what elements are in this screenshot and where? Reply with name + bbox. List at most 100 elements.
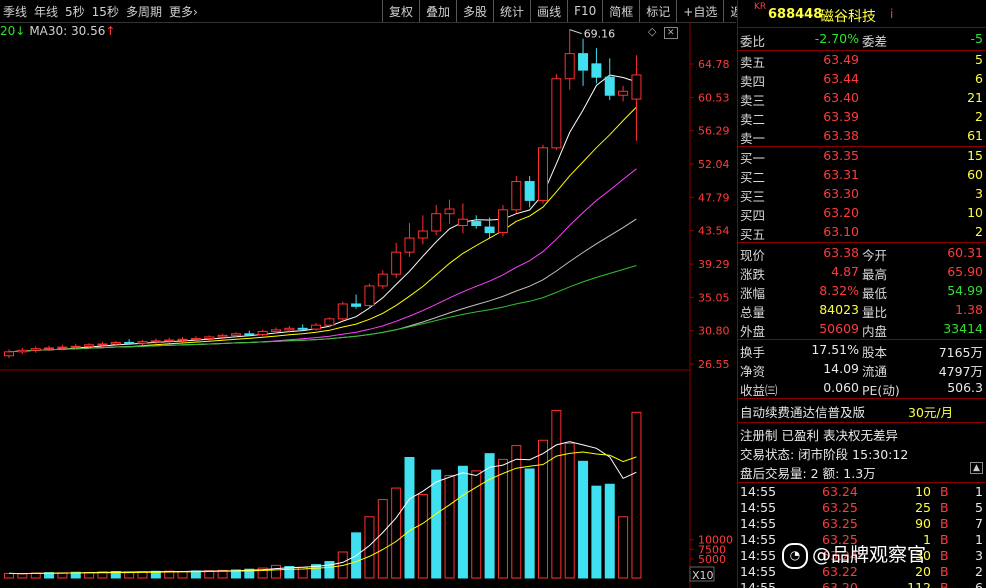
quote-value: 8.32% (819, 283, 859, 298)
asks-price: 63.40 (823, 90, 859, 105)
candle-body (564, 53, 575, 80)
tick-time: 14:55 (740, 532, 777, 547)
info-icon[interactable]: i (890, 7, 893, 21)
bids-price: 63.31 (823, 167, 859, 182)
period-item-3[interactable]: 15秒 (92, 3, 119, 20)
stats-label: 净资 (740, 364, 766, 379)
ma-legend: 20↓ MA30: 30.56 ↑ (0, 23, 115, 39)
registration-row: 注册制 已盈利 表决权无差异 (738, 424, 986, 443)
candle-body (484, 226, 495, 234)
promo-text[interactable]: 自动续费通达信普及版 (740, 402, 865, 421)
asks-row[interactable]: 卖三 63.40 21 (738, 89, 986, 108)
candle-body (578, 53, 589, 71)
candle-body (444, 208, 455, 215)
tick-side: B (940, 548, 949, 563)
volume-bar (484, 453, 495, 579)
tick-count: 5 (975, 500, 983, 515)
legend-ma30: MA30: 30.56 (29, 24, 106, 38)
bids-label: 买一 (740, 151, 766, 166)
toolbar-button-7[interactable]: 标记 (639, 0, 676, 22)
candle-body (17, 349, 28, 353)
quote-value: 33414 (943, 321, 983, 336)
promo-price[interactable]: 30元/月 (908, 402, 953, 421)
toolbar-button-3[interactable]: 统计 (493, 0, 530, 22)
candle-body (150, 340, 161, 343)
quote-panel: KR 688448 磁谷科技 i 委比 -2.70% 委差 -5 卖五 63.49… (737, 0, 986, 588)
trade-status-row: 交易状态: 闭市阶段 15:30:12 (738, 443, 986, 462)
ask-book: 卖五 63.49 5 卖四 63.44 6 卖三 63.40 21 卖二 63.39 2 卖一 63.38… (738, 51, 986, 146)
stats-label: 收益㈢ (740, 383, 778, 398)
tick-time: 14:55 (740, 580, 777, 588)
chart-settings-icons[interactable]: ◇ ✕ (648, 25, 678, 39)
ma30-line (8, 218, 637, 353)
legend-prefix: 20↓ (0, 24, 26, 38)
period-item-0[interactable]: 季线 (3, 3, 27, 20)
asks-row[interactable]: 卖一 63.38 61 (738, 127, 986, 146)
asks-volume: 5 (975, 52, 983, 67)
asks-price: 63.38 (823, 128, 859, 143)
period-item-1[interactable]: 年线 (34, 3, 58, 20)
asks-row[interactable]: 卖五 63.49 5 (738, 51, 986, 70)
candle-body (404, 237, 415, 253)
asks-row[interactable]: 卖二 63.39 2 (738, 108, 986, 127)
kline-chart[interactable]: 64.78 60.53 56.29 52.04 47.79 43.54 39.29 35.05… (0, 22, 736, 588)
stock-header: KR 688448 磁谷科技 i (738, 2, 986, 25)
price-axis-label: 39.29 (698, 258, 730, 271)
candle-body (97, 343, 108, 346)
volume-bar (497, 458, 508, 579)
period-item-2[interactable]: 5秒 (65, 3, 85, 20)
tick-time: 14:55 (740, 548, 777, 563)
candle-body (204, 336, 215, 339)
candle-body (311, 324, 322, 330)
asks-volume: 21 (967, 90, 983, 105)
toolbar-button-0[interactable]: 复权 (382, 0, 419, 22)
candle-body (284, 327, 295, 331)
bids-price: 63.20 (823, 205, 859, 220)
bids-row[interactable]: 买四 63.20 10 (738, 204, 986, 223)
volume-bar (377, 499, 388, 579)
toolbar-button-2[interactable]: 多股 (456, 0, 493, 22)
candle-body (177, 338, 188, 341)
tick-list[interactable]: 14:55 63.24 10 B 1 14:55 63.25 25 B 5 14:55 63.25 90… (738, 484, 986, 588)
volume-bar (578, 460, 589, 579)
toolbar-button-8[interactable]: +自选 (676, 0, 723, 22)
bids-row[interactable]: 买五 63.10 2 (738, 223, 986, 242)
period-item-5[interactable]: 更多› (169, 3, 198, 20)
candle-body (604, 76, 615, 96)
toolbar-button-6[interactable]: 简框 (602, 0, 639, 22)
toolbar-button-5[interactable]: F10 (567, 0, 602, 22)
candle-body (551, 78, 562, 149)
expand-up-icon[interactable]: ▲ (970, 462, 983, 474)
stats-value: 506.3 (947, 380, 983, 395)
candle-body (511, 181, 522, 211)
bids-row[interactable]: 买一 63.35 15 (738, 147, 986, 166)
volume-bar (538, 439, 548, 579)
legend-ma30-arrow: ↑ (105, 24, 116, 38)
bids-volume: 2 (975, 224, 983, 239)
quote-row: 总量 84023 量比 1.38 (738, 301, 986, 320)
volume-bar (551, 409, 562, 579)
bids-row[interactable]: 买三 63.30 3 (738, 185, 986, 204)
bids-volume: 3 (975, 186, 983, 201)
candle-body (538, 147, 548, 201)
volume-bar (591, 485, 602, 579)
toolbar-button-1[interactable]: 叠加 (419, 0, 456, 22)
period-selector: 季线 年线 5秒 15秒 多周期 更多› (0, 0, 202, 22)
bids-row[interactable]: 买二 63.31 60 (738, 166, 986, 185)
tick-volume: 10 (915, 484, 931, 499)
period-item-4[interactable]: 多周期 (126, 3, 162, 20)
toolbar-button-4[interactable]: 画线 (530, 0, 567, 22)
close-icon[interactable]: ✕ (663, 27, 678, 39)
candle-body (618, 90, 629, 96)
bids-price: 63.35 (823, 148, 859, 163)
volume-bar (511, 445, 522, 579)
watermark-logo-icon: ◔ (782, 542, 808, 569)
diff-label: 委差 (862, 34, 888, 49)
bids-price: 63.10 (823, 224, 859, 239)
asks-row[interactable]: 卖四 63.44 6 (738, 70, 986, 89)
tick-price: 63.24 (822, 484, 858, 499)
promo-row[interactable]: 自动续费通达信普及版 30元/月 (738, 401, 986, 420)
tick-side: B (940, 516, 949, 531)
stats-row: 换手 17.51% 股本 7165万 (738, 341, 986, 360)
diamond-icon[interactable]: ◇ (648, 25, 656, 38)
